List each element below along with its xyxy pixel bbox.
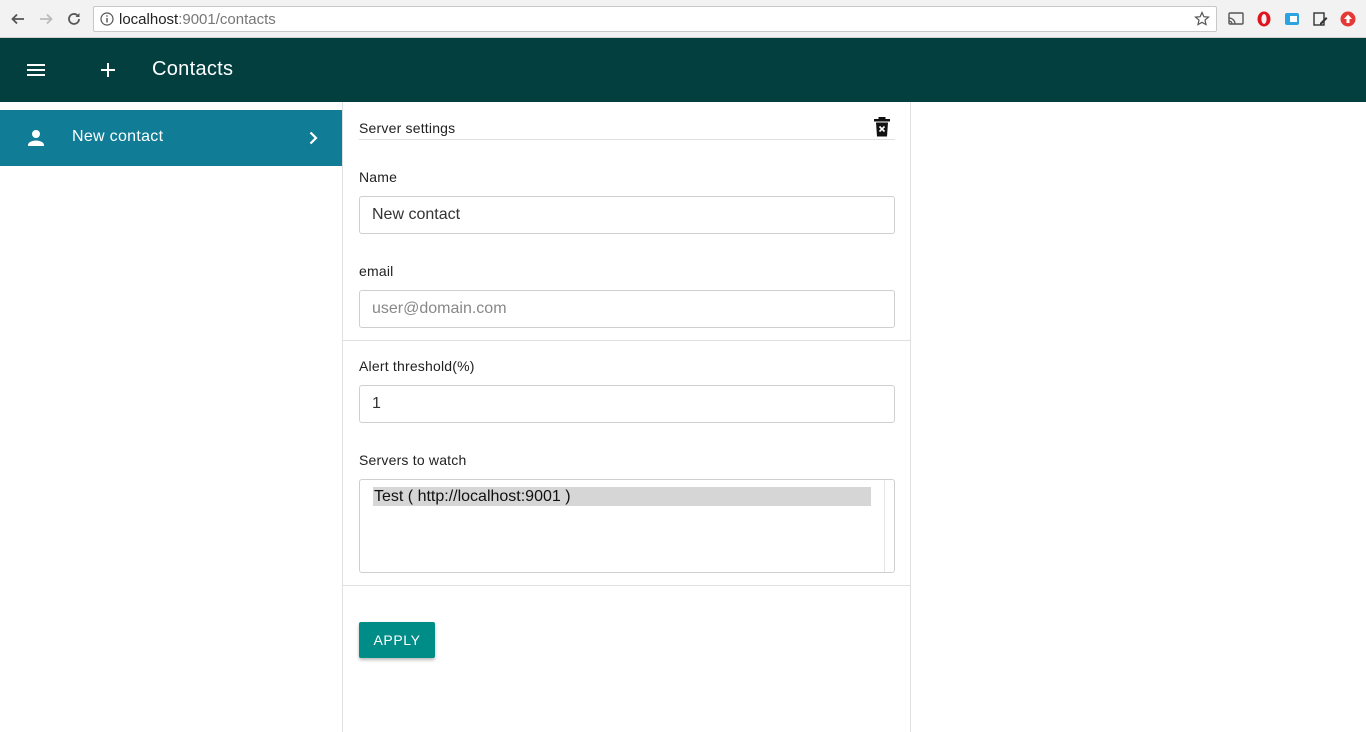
url-text: localhost:9001/contacts [119,11,276,28]
edit-note-icon [1313,12,1328,26]
email-label: email [359,263,394,279]
add-icon[interactable] [96,58,120,82]
threshold-field[interactable] [359,385,895,423]
sidebar-item-label: New contact [72,128,164,145]
section-title: Server settings [359,120,456,136]
section-divider [343,585,910,586]
opera-extension[interactable] [1255,10,1273,28]
star-icon[interactable] [1194,11,1210,27]
contact-settings-panel: Server settings Name email Alert thresho… [342,102,911,732]
info-icon[interactable] [100,12,114,26]
opera-icon [1257,11,1271,27]
listbox-scrollbar[interactable] [884,480,885,572]
upload-extension[interactable] [1339,10,1357,28]
section-divider [343,340,910,341]
menu-icon[interactable] [24,58,48,82]
chevron-right-icon [309,131,318,145]
upload-icon [1340,11,1356,27]
app-toolbar: Contacts [0,38,1366,102]
back-button[interactable] [8,9,28,29]
delete-icon[interactable] [873,116,891,138]
name-field[interactable] [359,196,895,234]
name-label: Name [359,169,398,185]
url-path: :9001/contacts [178,11,276,28]
email-field[interactable] [359,290,895,328]
translate-icon [1285,13,1299,25]
sidebar-item-new-contact[interactable]: New contact [0,110,342,166]
divider [359,139,895,140]
page-title: Contacts [152,58,234,80]
url-host: localhost [119,11,179,28]
server-option[interactable]: Test ( http://localhost:9001 ) [373,487,871,506]
notes-extension[interactable] [1311,10,1329,28]
reload-icon [68,13,80,25]
forward-button[interactable] [36,9,56,29]
apply-button[interactable]: APPLY [359,622,435,658]
cast-icon [1228,12,1244,25]
browser-toolbar: localhost:9001/contacts [0,0,1366,38]
cast-button[interactable] [1227,10,1245,28]
arrow-right-icon [40,13,53,25]
arrow-left-icon [11,13,24,25]
servers-label: Servers to watch [359,452,467,468]
address-bar[interactable]: localhost:9001/contacts [93,6,1217,32]
servers-listbox[interactable]: Test ( http://localhost:9001 ) [359,479,895,573]
person-icon [28,130,44,146]
threshold-label: Alert threshold(%) [359,358,475,374]
translate-extension[interactable] [1283,10,1301,28]
reload-button[interactable] [64,9,84,29]
